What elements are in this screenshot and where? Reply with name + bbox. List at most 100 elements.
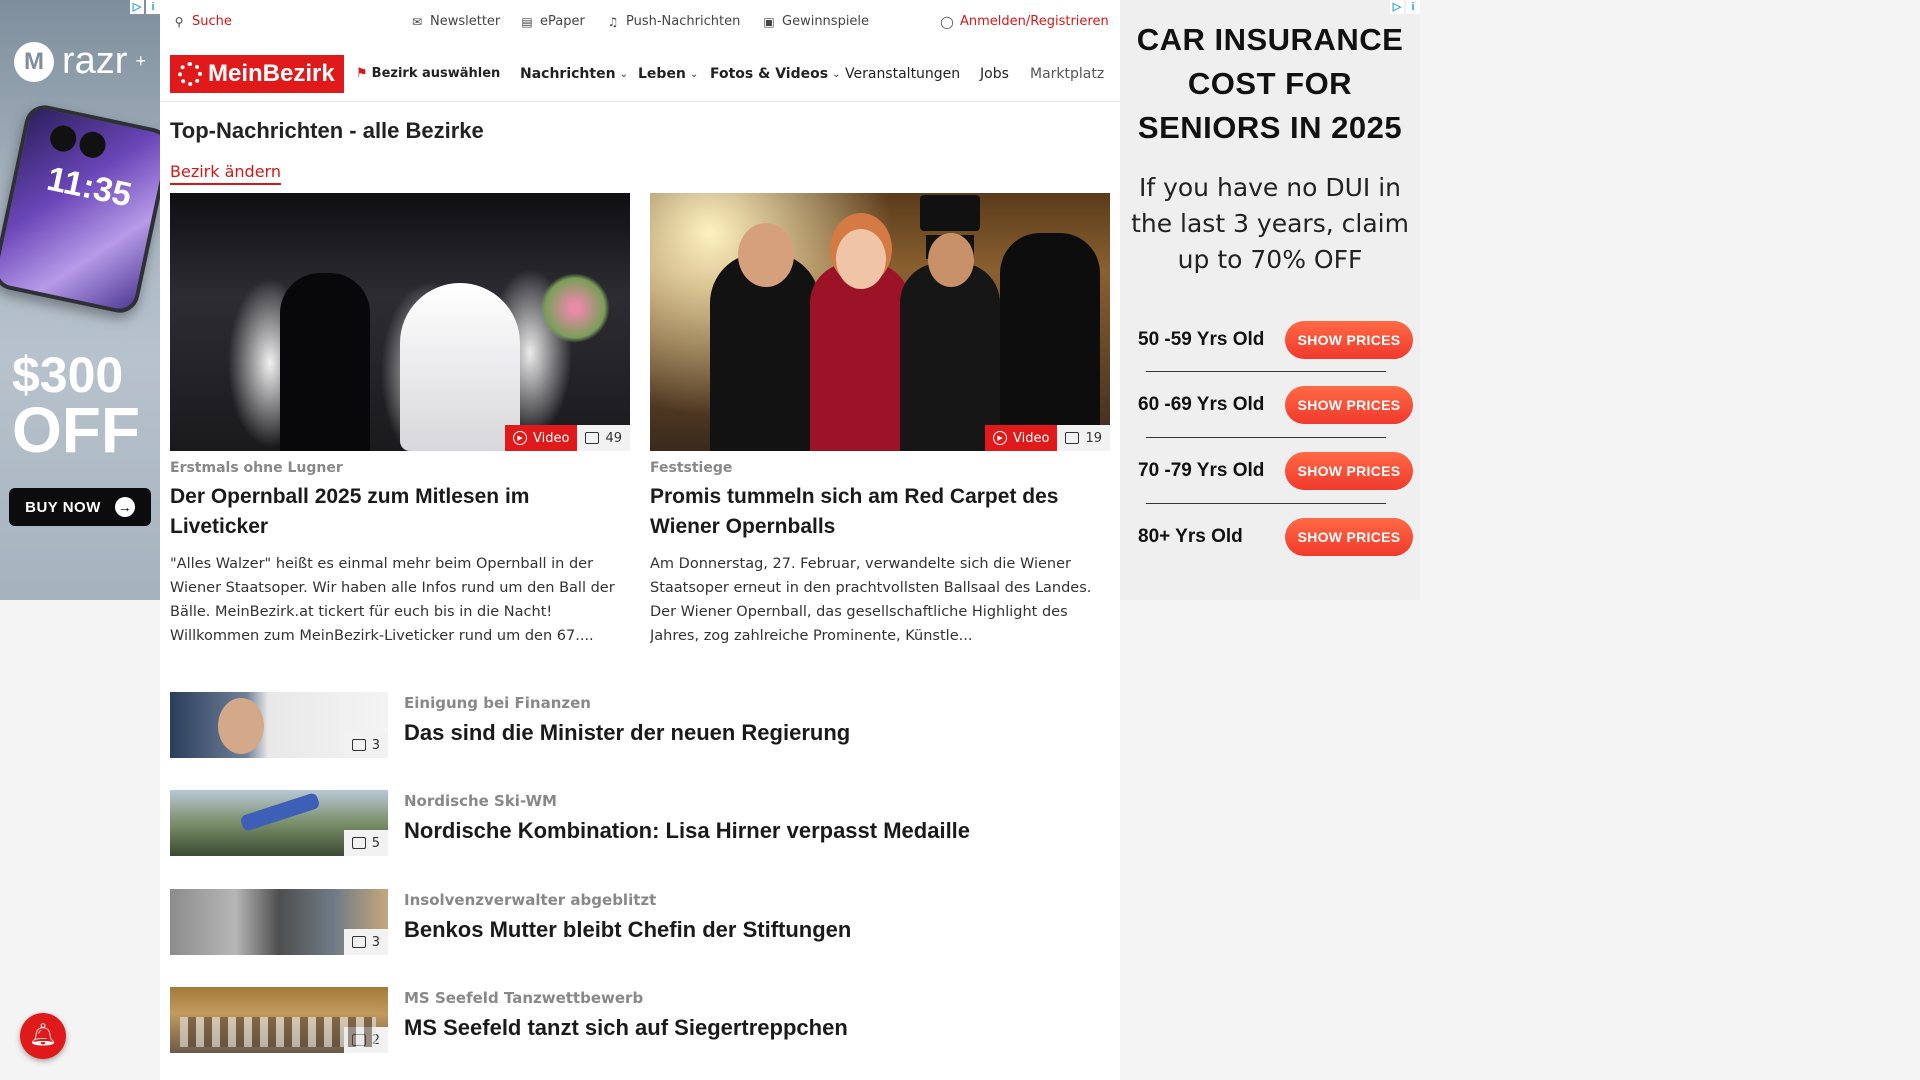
- login-link[interactable]: ◯ Anmelden/Registrieren: [940, 14, 1108, 29]
- article-teaser: "Alles Walzer" heißt es einmal mehr beim…: [170, 556, 615, 644]
- offer-text: $300 OFF: [12, 350, 140, 466]
- photo-count: 2: [371, 1032, 380, 1048]
- logo-text: MeinBezirk: [208, 60, 335, 87]
- video-label: Video: [533, 430, 570, 446]
- change-bezirk-link[interactable]: Bezirk ändern: [170, 162, 281, 185]
- arrow-right-icon: →: [114, 497, 135, 517]
- media-tags: ▶ Video 49: [505, 425, 630, 451]
- gewinnspiele-label: Gewinnspiele: [782, 14, 870, 29]
- push-link[interactable]: ♫ Push-Nachrichten: [606, 14, 741, 29]
- logo-sun-icon: [178, 62, 202, 86]
- ad-info-icon[interactable]: i: [146, 0, 160, 14]
- article-image[interactable]: ▶ Video 49: [170, 193, 630, 451]
- list-kicker: MS Seefeld Tanzwettbewerb: [404, 989, 644, 1007]
- ad-info-icon[interactable]: i: [1406, 0, 1420, 14]
- list-title[interactable]: Benkos Mutter bleibt Chefin der Stiftung…: [404, 917, 851, 943]
- nav-fotos-videos[interactable]: Fotos & Videos ⌄: [710, 66, 840, 82]
- epaper-link[interactable]: ▤ ePaper: [520, 14, 585, 29]
- list-kicker: Insolvenzverwalter abgeblitzt: [404, 891, 657, 909]
- list-item[interactable]: 3 Einigung bei Finanzen Das sind die Min…: [170, 692, 1110, 760]
- feature-article[interactable]: ▶ Video 19 Feststiege Promis tummeln sic…: [650, 193, 1110, 648]
- image-figure: [1000, 233, 1100, 451]
- image-figure: [810, 229, 910, 451]
- show-prices-button[interactable]: SHOW PRICES: [1285, 518, 1413, 556]
- notification-bell-button[interactable]: 🔔︎: [20, 1013, 66, 1059]
- age-label: 60 -69 Yrs Old: [1138, 394, 1265, 415]
- age-option: 50 -59 Yrs Old SHOW PRICES: [1138, 320, 1418, 360]
- newsletter-link[interactable]: ✉ Newsletter: [410, 14, 500, 29]
- list-item[interactable]: 3 Insolvenzverwalter abgeblitzt Benkos M…: [170, 889, 1110, 957]
- video-label: Video: [1013, 430, 1050, 446]
- nav-nachrichten-label: Nachrichten: [520, 66, 616, 82]
- nav-marktplatz[interactable]: Marktplatz: [1030, 66, 1104, 82]
- phone-image: 11:35: [0, 101, 160, 317]
- photo-icon: [351, 936, 366, 948]
- media-tags: ▶ Video 19: [985, 425, 1110, 451]
- ad-choices[interactable]: ▷ i: [130, 0, 160, 14]
- article-title[interactable]: Der Opernball 2025 zum Mitlesen im Livet…: [170, 482, 630, 542]
- page-title: Top-Nachrichten - alle Bezirke: [170, 118, 484, 143]
- razr-brand-sup: +: [135, 51, 146, 71]
- ad-choices[interactable]: ▷ i: [1390, 0, 1420, 14]
- left-ad-banner[interactable]: ▷ i M razr + 11:35 $300 OFF BUY NOW →: [0, 0, 160, 600]
- bezirk-select[interactable]: ⚑ Bezirk auswählen: [356, 66, 500, 81]
- video-badge: ▶ Video: [985, 425, 1058, 451]
- photo-icon: [351, 1034, 366, 1046]
- site-logo[interactable]: MeinBezirk: [170, 55, 344, 93]
- nav-veranstaltungen[interactable]: Veranstaltungen: [845, 66, 960, 82]
- article-title[interactable]: Promis tummeln sich am Red Carpet des Wi…: [650, 482, 1110, 542]
- offer-word: OFF: [12, 393, 140, 466]
- video-badge: ▶ Video: [505, 425, 578, 451]
- buy-now-button[interactable]: BUY NOW →: [9, 488, 151, 526]
- play-icon: ▶: [993, 431, 1008, 445]
- feature-article[interactable]: ▶ Video 49 Erstmals ohne Lugner Der Oper…: [170, 193, 630, 648]
- gewinnspiele-link[interactable]: ▣ Gewinnspiele: [762, 14, 869, 29]
- nav-jobs[interactable]: Jobs: [980, 66, 1009, 82]
- right-ad-banner[interactable]: ▷ i CAR INSURANCE COST FOR SENIORS IN 20…: [1120, 0, 1420, 600]
- epaper-label: ePaper: [540, 14, 585, 29]
- ad-headline-line: CAR INSURANCE: [1136, 22, 1404, 57]
- list-thumbnail[interactable]: 3: [170, 889, 388, 955]
- bezirk-label: Bezirk auswählen: [371, 66, 501, 81]
- age-option: 70 -79 Yrs Old SHOW PRICES: [1138, 451, 1418, 491]
- ad-play-icon[interactable]: ▷: [130, 0, 144, 14]
- play-icon: ▶: [513, 431, 528, 445]
- list-item[interactable]: 2 MS Seefeld Tanzwettbewerb MS Seefeld t…: [170, 987, 1110, 1055]
- show-prices-button[interactable]: SHOW PRICES: [1285, 386, 1413, 424]
- image-figure: [540, 273, 610, 343]
- ad-subtext: If you have no DUI in the last 3 years, …: [1120, 170, 1420, 278]
- image-figure: [920, 195, 980, 231]
- show-prices-button[interactable]: SHOW PRICES: [1285, 452, 1413, 490]
- search-link[interactable]: ⚲ Suche: [172, 14, 232, 29]
- image-figure: [400, 283, 520, 451]
- phone-camera: [47, 123, 79, 154]
- list-thumbnail[interactable]: 2: [170, 987, 388, 1053]
- ad-play-icon[interactable]: ▷: [1390, 0, 1404, 14]
- nav-leben[interactable]: Leben ⌄: [638, 66, 698, 82]
- list-kicker: Nordische Ski-WM: [404, 792, 557, 810]
- list-thumbnail[interactable]: 5: [170, 790, 388, 856]
- search-label: Suche: [192, 14, 232, 29]
- nav-jobs-label: Jobs: [980, 66, 1009, 82]
- list-title[interactable]: Das sind die Minister der neuen Regierun…: [404, 720, 850, 746]
- photo-icon: [351, 739, 366, 751]
- image-figure: [738, 223, 794, 287]
- nav-marktplatz-label: Marktplatz: [1030, 66, 1105, 82]
- chevron-down-icon: ⌄: [689, 68, 699, 80]
- show-prices-button[interactable]: SHOW PRICES: [1285, 321, 1413, 359]
- divider: [1146, 371, 1386, 372]
- article-image[interactable]: ▶ Video 19: [650, 193, 1110, 451]
- photo-count-badge: 3: [343, 732, 388, 758]
- nav-nachrichten[interactable]: Nachrichten ⌄: [520, 66, 628, 82]
- gift-icon: ▣: [763, 14, 775, 29]
- article-kicker: Erstmals ohne Lugner: [170, 460, 343, 476]
- buy-now-label: BUY NOW: [25, 498, 101, 516]
- photo-count: 5: [371, 835, 380, 851]
- list-item[interactable]: 5 Nordische Ski-WM Nordische Kombination…: [170, 790, 1110, 858]
- age-label: 50 -59 Yrs Old: [1138, 329, 1265, 350]
- age-option: 60 -69 Yrs Old SHOW PRICES: [1138, 385, 1418, 425]
- list-title[interactable]: Nordische Kombination: Lisa Hirner verpa…: [404, 818, 970, 844]
- image-figure: [280, 273, 370, 451]
- list-title[interactable]: MS Seefeld tanzt sich auf Siegertreppche…: [404, 1015, 848, 1041]
- list-thumbnail[interactable]: 3: [170, 692, 388, 758]
